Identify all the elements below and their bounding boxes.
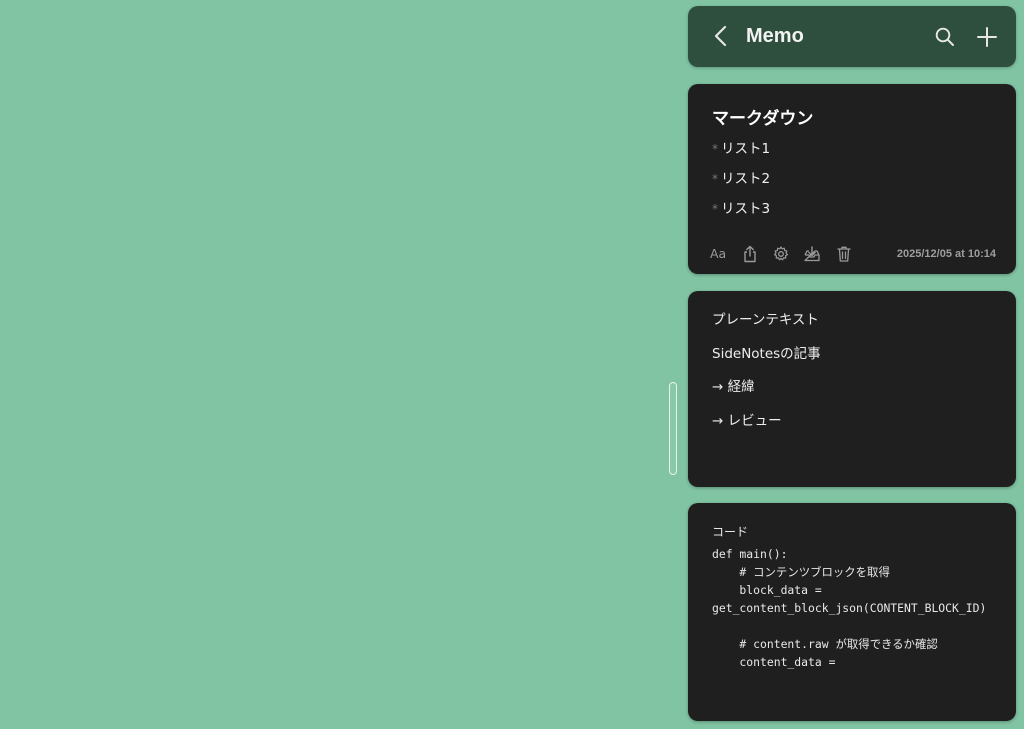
note-card-code[interactable]: コード def main(): # コンテンツブロックを取得 block_dat… (688, 503, 1016, 721)
chevron-left-icon[interactable] (710, 24, 734, 48)
note-card-plain-text[interactable]: プレーンテキスト SideNotesの記事 → 経緯 → レビュー (688, 291, 1016, 487)
list-bullet: * (712, 202, 718, 216)
code-label: コード (712, 525, 749, 539)
text-line: プレーンテキスト (712, 312, 819, 328)
text-line: → レビュー (712, 412, 782, 429)
download-tray-icon[interactable] (803, 245, 821, 263)
app-header: Memo (688, 6, 1016, 67)
plus-icon[interactable] (975, 25, 999, 49)
app-title: Memo (746, 25, 804, 47)
list-item-text: リスト1 (721, 141, 771, 157)
list-item: * リスト2 (712, 170, 770, 200)
note-list: * リスト1 * リスト2 * リスト3 (712, 140, 770, 230)
list-bullet: * (712, 172, 718, 186)
search-icon[interactable] (934, 26, 956, 48)
list-bullet: * (712, 142, 718, 156)
panel-drag-handle[interactable] (669, 382, 677, 475)
note-timestamp: 2025/12/05 at 10:14 (896, 248, 996, 260)
text-line: → 経緯 (712, 379, 755, 395)
share-icon[interactable] (742, 245, 758, 263)
font-style-button[interactable]: Aa (710, 245, 726, 263)
desktop-background: Memo マークダウン * リスト1 * リスト2 * リスト3 Aa 2025… (0, 0, 1024, 729)
list-item: * リスト1 (712, 140, 770, 170)
list-item-text: リスト3 (721, 201, 771, 217)
note-heading: マークダウン (712, 109, 814, 129)
gear-icon[interactable] (772, 245, 790, 263)
code-block: def main(): # コンテンツブロックを取得 block_data = … (712, 547, 987, 669)
text-line: SideNotesの記事 (712, 345, 821, 362)
list-item-text: リスト2 (721, 171, 771, 187)
list-item: * リスト3 (712, 200, 770, 230)
trash-icon[interactable] (836, 245, 852, 263)
note-text-lines: プレーンテキスト SideNotesの記事 → 経緯 → レビュー (712, 311, 821, 445)
note-card-markdown[interactable]: マークダウン * リスト1 * リスト2 * リスト3 Aa 2025/12/05 a… (688, 84, 1016, 274)
